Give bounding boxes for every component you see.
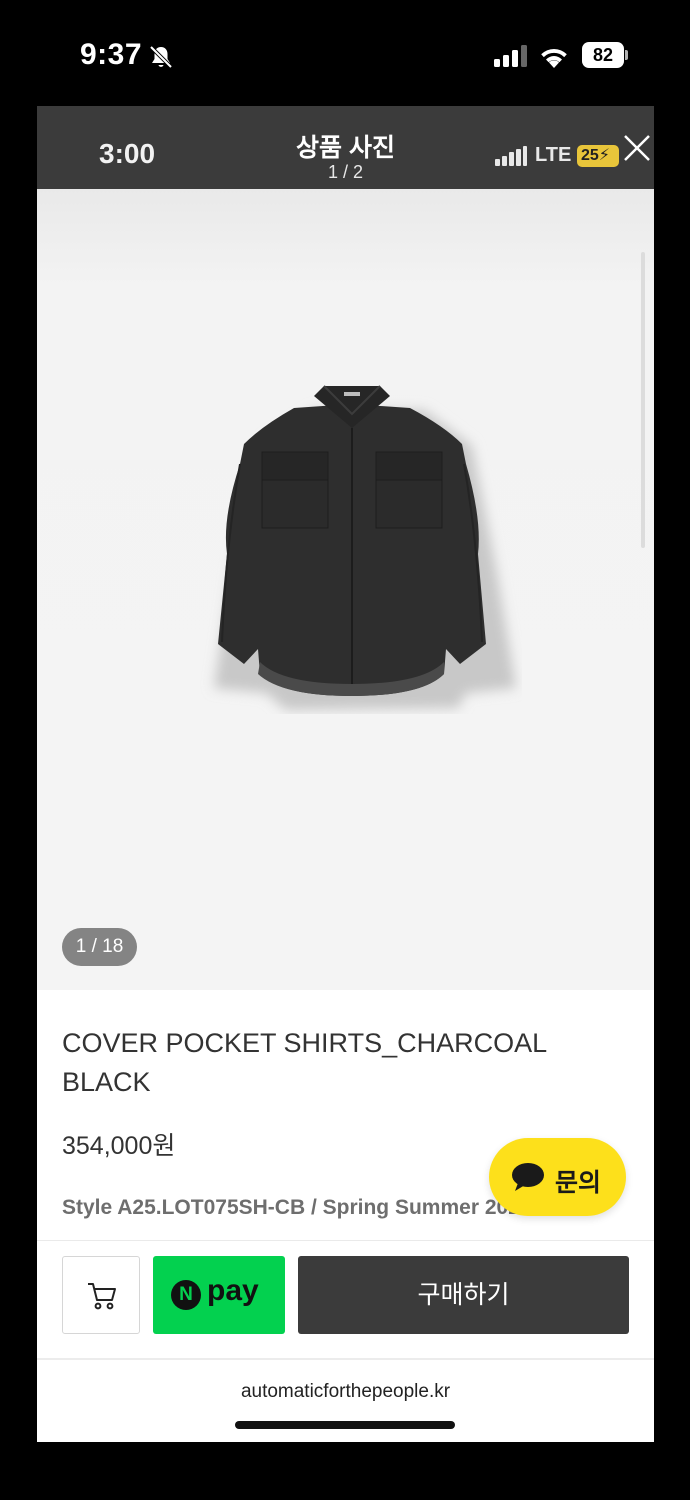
inner-signal-icon xyxy=(495,146,527,166)
photo-viewer-header: 3:00 상품 사진 1 / 2 LTE 25⚡ xyxy=(37,106,654,189)
npay-n-logo: N xyxy=(171,1280,201,1310)
product-name: COVER POCKET SHIRTS_CHARCOAL BLACK xyxy=(62,1028,547,1097)
divider xyxy=(37,1358,654,1360)
inquiry-label: 문의 xyxy=(555,1169,602,1197)
product-photo[interactable]: 1 / 18 xyxy=(37,189,654,990)
battery-icon: 82 xyxy=(582,42,628,68)
product-price: 354,000원 xyxy=(62,1132,176,1160)
shirt-image xyxy=(214,385,516,710)
cart-button[interactable] xyxy=(62,1256,140,1334)
status-time: 9:37 xyxy=(80,38,143,71)
chat-bubble-icon xyxy=(512,1163,544,1191)
close-icon[interactable] xyxy=(621,132,653,164)
inner-battery-level: 25 xyxy=(581,147,599,164)
cut-off-text xyxy=(62,1230,402,1240)
home-indicator[interactable] xyxy=(235,1421,455,1429)
network-type: LTE xyxy=(535,144,572,166)
cellular-signal-icon xyxy=(494,45,527,67)
wifi-icon xyxy=(541,48,567,68)
inner-battery-icon: 25⚡ xyxy=(577,145,619,167)
site-domain: automaticforthepeople.kr xyxy=(240,1381,451,1402)
npay-label: pay xyxy=(207,1274,259,1307)
npay-button[interactable]: N pay xyxy=(153,1256,285,1334)
scrollbar xyxy=(641,252,645,548)
buy-button[interactable]: 구매하기 xyxy=(298,1256,629,1334)
inquiry-button[interactable]: 문의 xyxy=(489,1138,626,1216)
bell-slash-icon xyxy=(149,45,173,69)
battery-level: 82 xyxy=(582,42,624,68)
ios-status-bar: 9:37 82 xyxy=(0,0,690,106)
cart-icon xyxy=(88,1283,116,1310)
product-screen: 3:00 상품 사진 1 / 2 LTE 25⚡ 1 / 18 COVER PO… xyxy=(37,106,654,1442)
purchase-bar: N pay 구매하기 automaticforthepeople.kr xyxy=(37,1240,654,1442)
photo-page-indicator: 1 / 18 xyxy=(62,928,137,966)
